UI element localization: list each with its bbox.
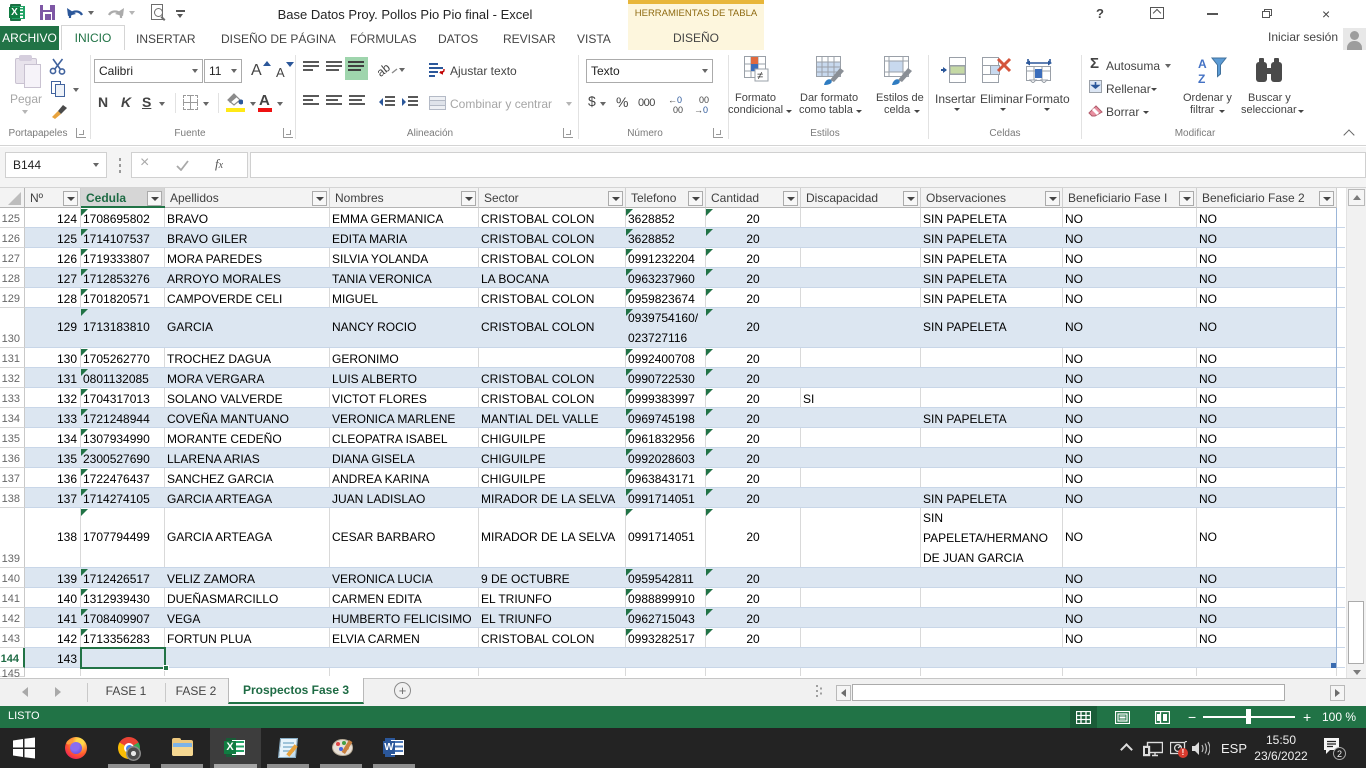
- svg-text:Z: Z: [1198, 72, 1205, 86]
- svg-text:A: A: [1198, 57, 1207, 71]
- svg-text:ab: ab: [378, 60, 393, 77]
- svg-text:≠: ≠: [757, 70, 763, 82]
